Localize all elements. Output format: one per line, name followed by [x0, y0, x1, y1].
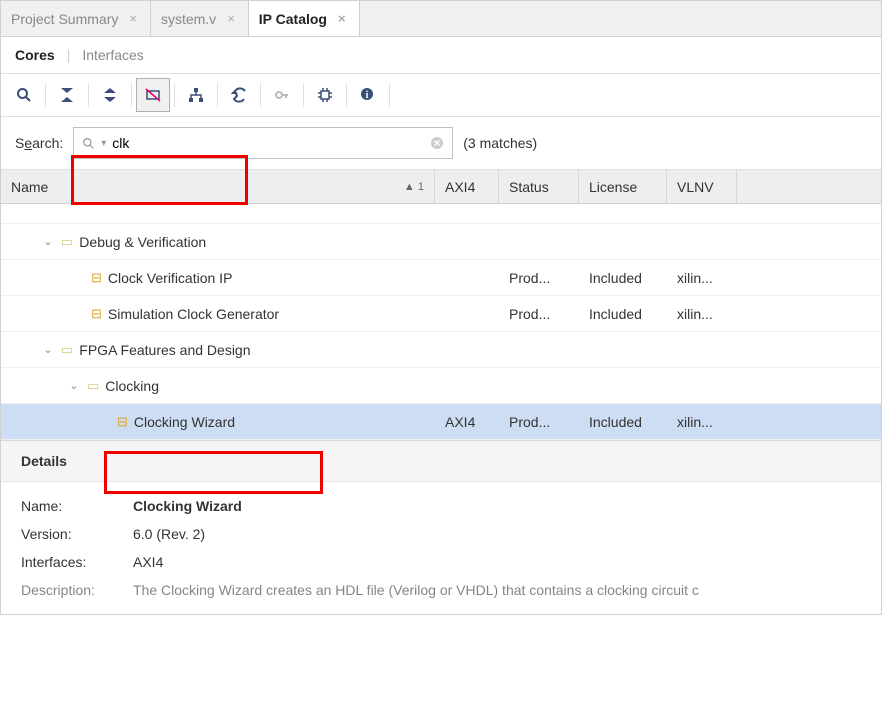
svg-text:i: i [366, 90, 369, 101]
detail-label-description: Description: [21, 582, 121, 598]
detail-label-version: Version: [21, 526, 121, 542]
collapse-all-icon[interactable] [50, 78, 84, 112]
cell-status: Prod... [499, 306, 579, 322]
detail-value-name: Clocking Wizard [133, 498, 242, 514]
column-header-axi4[interactable]: AXI4 [435, 170, 499, 203]
column-header-license[interactable]: License [579, 170, 667, 203]
cell-axi4: AXI4 [435, 414, 499, 430]
sort-indicator: ▲ 1 [404, 181, 424, 193]
search-field-icon [82, 137, 95, 150]
settings-icon[interactable] [222, 78, 256, 112]
key-icon [265, 78, 299, 112]
search-dropdown-icon[interactable]: ▾ [101, 138, 106, 149]
close-icon[interactable]: × [335, 11, 349, 26]
search-box: ▾ [73, 127, 453, 159]
column-header-name[interactable]: Name ▲ 1 [1, 170, 435, 203]
hierarchy-icon[interactable] [179, 78, 213, 112]
tree-label: FPGA Features and Design [79, 342, 250, 358]
chip-icon[interactable] [308, 78, 342, 112]
hide-incompatible-icon[interactable] [136, 78, 170, 112]
column-header-status[interactable]: Status [499, 170, 579, 203]
tree-label: Clock Verification IP [108, 270, 233, 286]
cell-license: Included [579, 270, 667, 286]
table-row-spacer [1, 204, 881, 224]
table-header: Name ▲ 1 AXI4 Status License VLNV [1, 170, 881, 204]
cell-status: Prod... [499, 414, 579, 430]
divider: | [67, 47, 71, 63]
tab-project-summary[interactable]: Project Summary × [1, 1, 151, 36]
chevron-down-icon[interactable]: ⌄ [41, 235, 55, 248]
tab-label: IP Catalog [259, 11, 327, 27]
ip-icon: ⊟ [117, 414, 128, 430]
detail-value-version: 6.0 (Rev. 2) [133, 526, 205, 542]
search-row: Search: ▾ (3 matches) [1, 117, 881, 170]
tree-label: Clocking Wizard [134, 414, 235, 430]
tree-group-fpga-features[interactable]: ⌄ ▭ FPGA Features and Design [1, 332, 881, 368]
tree-group-clocking[interactable]: ⌄ ▭ Clocking [1, 368, 881, 404]
ip-tree: ⌄ ▭ Debug & Verification ⊟ Clock Verific… [1, 204, 881, 440]
match-count: (3 matches) [463, 135, 537, 151]
tree-label: Clocking [105, 378, 159, 394]
tab-system-v[interactable]: system.v × [151, 1, 249, 36]
folder-icon: ▭ [61, 234, 73, 250]
toolbar: i [1, 74, 881, 117]
tree-label: Simulation Clock Generator [108, 306, 279, 322]
tree-item-clocking-wizard[interactable]: ⊟ Clocking Wizard AXI4 Prod... Included … [1, 404, 881, 440]
column-header-vlnv[interactable]: VLNV [667, 170, 737, 203]
cell-vlnv: xilin... [667, 270, 737, 286]
subtab-bar: Cores | Interfaces [1, 37, 881, 74]
chevron-down-icon[interactable]: ⌄ [41, 343, 55, 356]
detail-label-name: Name: [21, 498, 121, 514]
tab-bar: Project Summary × system.v × IP Catalog … [1, 1, 881, 37]
chevron-down-icon[interactable]: ⌄ [67, 379, 81, 392]
folder-icon: ▭ [87, 378, 99, 394]
clear-icon[interactable] [430, 136, 444, 150]
cell-license: Included [579, 306, 667, 322]
search-label: Search: [15, 135, 63, 151]
details-title: Details [1, 440, 881, 482]
ip-icon: ⊟ [91, 306, 102, 322]
close-icon[interactable]: × [126, 11, 140, 26]
detail-value-interfaces: AXI4 [133, 554, 163, 570]
tab-ip-catalog[interactable]: IP Catalog × [249, 1, 360, 36]
subtab-cores[interactable]: Cores [15, 47, 55, 63]
search-icon[interactable] [7, 78, 41, 112]
tab-label: Project Summary [11, 11, 118, 27]
tree-item-clock-verification-ip[interactable]: ⊟ Clock Verification IP Prod... Included… [1, 260, 881, 296]
tree-group-debug-verification[interactable]: ⌄ ▭ Debug & Verification [1, 224, 881, 260]
cell-vlnv: xilin... [667, 306, 737, 322]
cell-status: Prod... [499, 270, 579, 286]
details-panel: Name: Clocking Wizard Version: 6.0 (Rev.… [1, 482, 881, 614]
subtab-interfaces[interactable]: Interfaces [82, 47, 143, 63]
cell-vlnv: xilin... [667, 414, 737, 430]
detail-value-description: The Clocking Wizard creates an HDL file … [133, 582, 699, 598]
tree-item-simulation-clock-generator[interactable]: ⊟ Simulation Clock Generator Prod... Inc… [1, 296, 881, 332]
search-input[interactable] [112, 135, 424, 151]
cell-license: Included [579, 414, 667, 430]
info-icon[interactable]: i [351, 78, 385, 112]
folder-icon: ▭ [61, 342, 73, 358]
close-icon[interactable]: × [224, 11, 238, 26]
tree-label: Debug & Verification [79, 234, 206, 250]
tab-label: system.v [161, 11, 216, 27]
detail-label-interfaces: Interfaces: [21, 554, 121, 570]
expand-all-icon[interactable] [93, 78, 127, 112]
ip-icon: ⊟ [91, 270, 102, 286]
